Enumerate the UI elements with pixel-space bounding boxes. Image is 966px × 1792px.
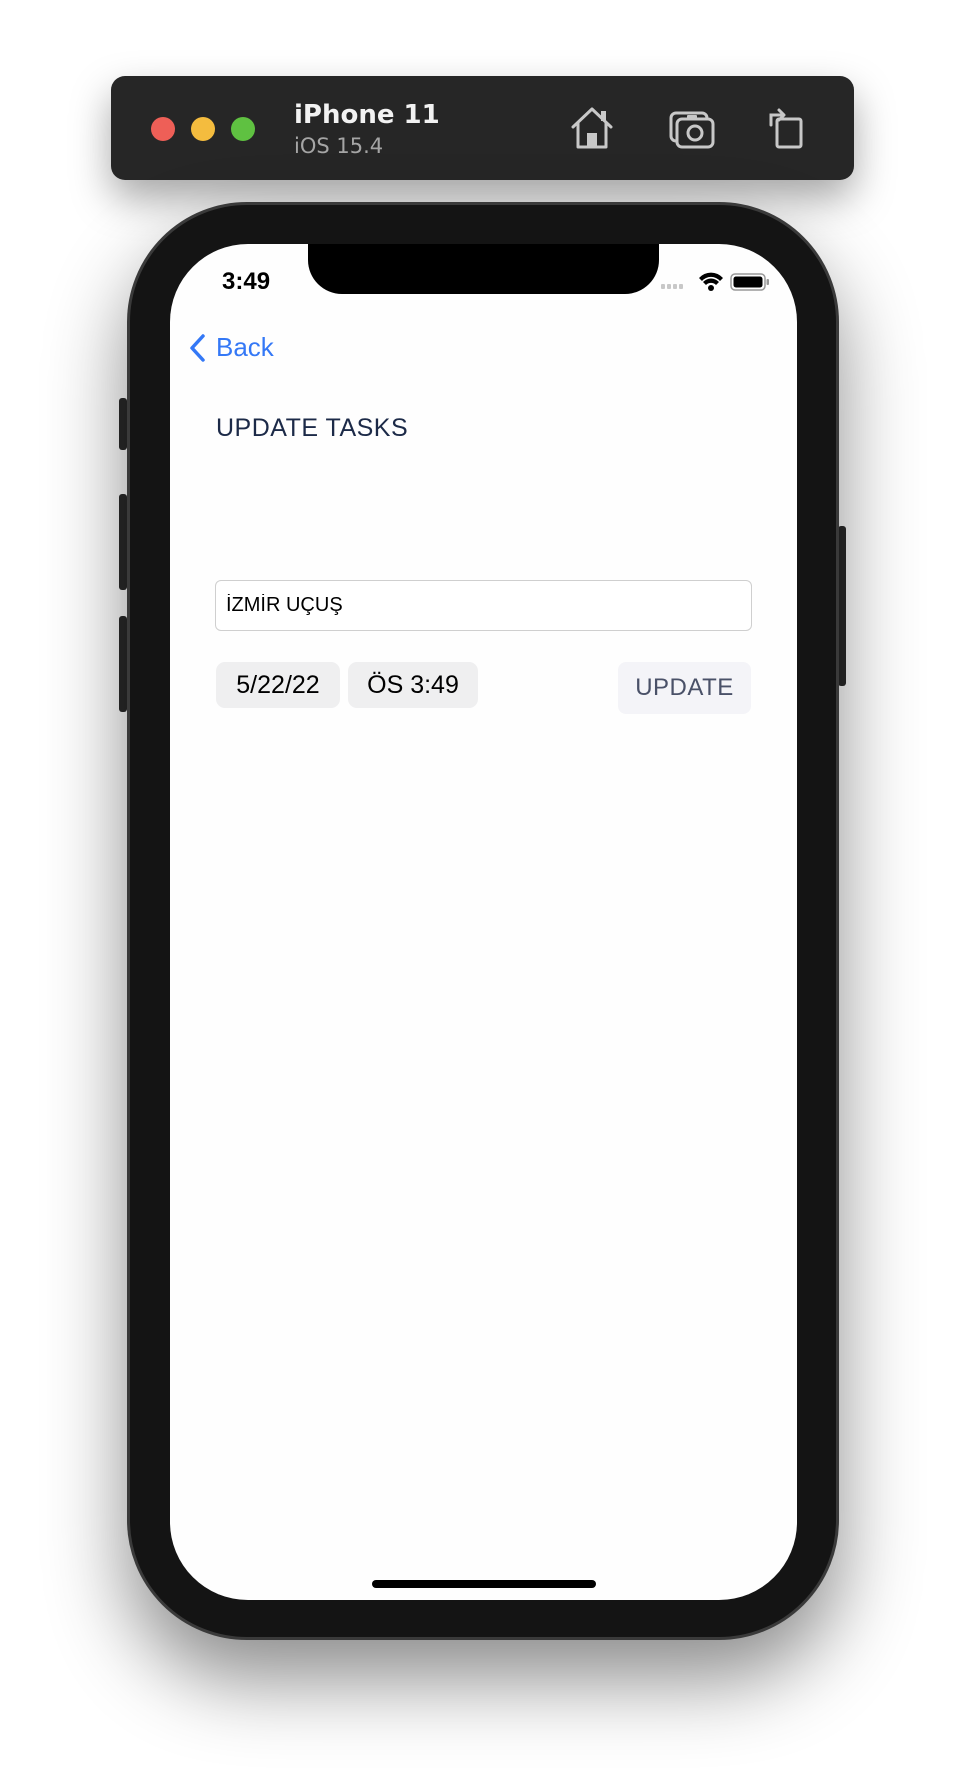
notch: [308, 244, 659, 294]
silent-switch: [119, 398, 127, 450]
app-screen: 3:49 Back UPDATE TASKS 5/22/22 ÖS 3:49 U…: [170, 244, 797, 1600]
status-time: 3:49: [222, 268, 271, 295]
minimize-window-button[interactable]: [191, 117, 215, 141]
chevron-left-icon: [190, 333, 205, 362]
back-label: Back: [216, 332, 274, 362]
os-version: iOS 15.4: [294, 134, 384, 158]
device-name: iPhone 11: [294, 100, 440, 130]
home-icon[interactable]: [567, 103, 617, 153]
back-button[interactable]: Back: [188, 332, 274, 363]
home-indicator: [372, 1580, 596, 1588]
side-button: [838, 526, 846, 686]
date-picker[interactable]: 5/22/22: [216, 662, 340, 708]
task-name-input[interactable]: [215, 580, 752, 631]
volume-up-button: [119, 494, 127, 590]
volume-down-button: [119, 616, 127, 712]
close-window-button[interactable]: [151, 117, 175, 141]
page-title: UPDATE TASKS: [216, 414, 409, 442]
wifi-icon: [699, 272, 723, 291]
status-icons: [661, 272, 769, 291]
time-picker[interactable]: ÖS 3:49: [348, 662, 478, 708]
battery-icon: [730, 273, 769, 291]
zoom-window-button[interactable]: [231, 117, 255, 141]
rotate-icon[interactable]: [761, 103, 811, 153]
simulator-toolbar: iPhone 11 iOS 15.4: [111, 76, 854, 180]
update-button[interactable]: UPDATE: [618, 662, 751, 714]
screenshot-icon[interactable]: [667, 103, 717, 153]
signal-icon: [661, 284, 683, 289]
